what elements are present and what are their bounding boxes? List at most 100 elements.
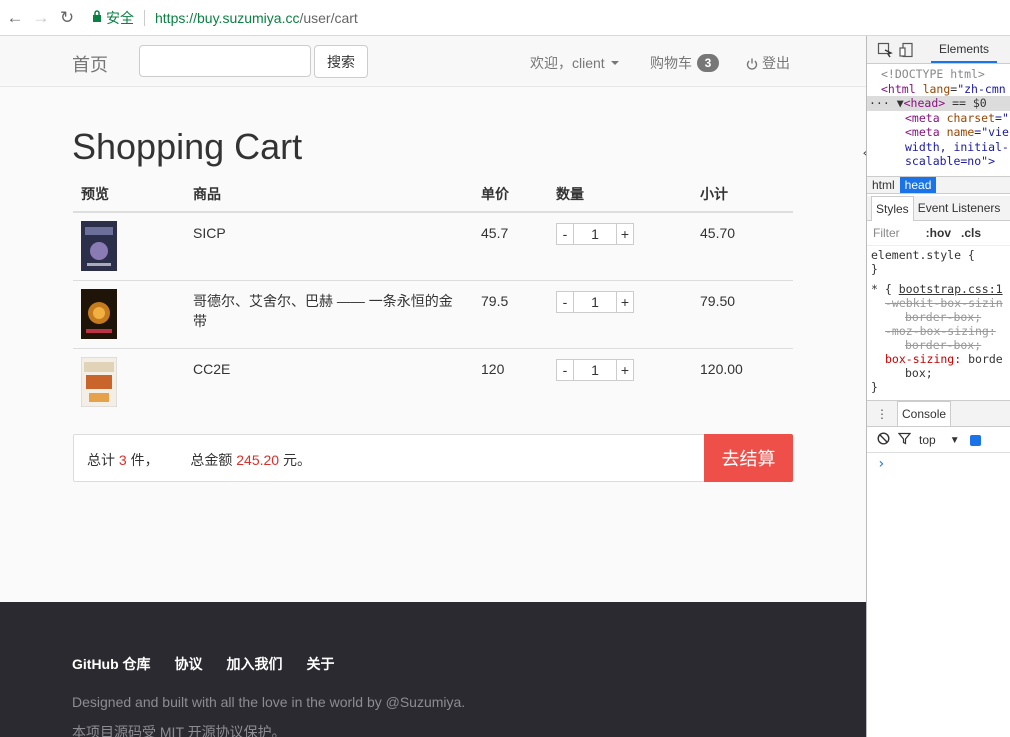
table-row: SICP 45.7 - 1 + 45.70 xyxy=(73,212,793,281)
dropdown-arrow-icon[interactable]: ▼ xyxy=(950,435,960,446)
quantity-cell: - 1 + xyxy=(548,348,692,416)
filter-icon[interactable] xyxy=(897,432,912,448)
footer-link-github[interactable]: GitHub 仓库 xyxy=(72,654,151,674)
page-viewport: 首页 搜索 欢迎，client 购物车 3 登出 Shopping Cart 预… xyxy=(0,36,866,737)
devtools-toolbar: Elements xyxy=(867,36,1010,64)
tab-elements[interactable]: Elements xyxy=(931,36,998,63)
rule-value: box; xyxy=(905,366,933,380)
decrease-button[interactable]: - xyxy=(556,359,574,381)
product-name[interactable]: CC2E xyxy=(185,348,473,416)
breadcrumb-head[interactable]: head xyxy=(899,177,937,193)
decrease-button[interactable]: - xyxy=(556,291,574,313)
hov-toggle[interactable]: :hov xyxy=(926,226,951,240)
dom-html-tag[interactable]: <html xyxy=(881,82,916,96)
forward-icon[interactable]: → xyxy=(30,7,52,29)
quantity-input[interactable]: 1 xyxy=(574,359,616,381)
book-cover-image[interactable] xyxy=(81,221,117,271)
column-header: 数量 xyxy=(548,177,692,213)
console-toolbar: top ▼ xyxy=(867,428,1010,453)
unit-price: 79.5 xyxy=(473,280,548,349)
clear-console-icon[interactable] xyxy=(877,432,890,448)
rule-value: borde xyxy=(961,352,1003,366)
amount-suffix: 元。 xyxy=(282,452,311,468)
browser-toolbar: ← → ↻ 安全 https://buy.suzumiya.cc/user/ca… xyxy=(0,0,1010,36)
checkout-button[interactable]: 去结算 xyxy=(704,434,793,482)
product-name[interactable]: 哥德尔、艾舍尔、巴赫 —— 一条永恒的金带 xyxy=(185,280,473,349)
search-input[interactable] xyxy=(139,45,311,77)
footer-credit: Designed and built with all the love in … xyxy=(72,694,466,710)
rule-source-link[interactable]: bootstrap.css:1 xyxy=(899,282,1003,296)
quantity-input[interactable]: 1 xyxy=(574,291,616,313)
decrease-button[interactable]: - xyxy=(556,223,574,245)
subtotal: 79.50 xyxy=(692,280,793,349)
rule-value: border-box; xyxy=(905,310,982,324)
dom-doctype[interactable]: <!DOCTYPE html> xyxy=(881,67,985,81)
book-cover-image[interactable] xyxy=(81,357,117,407)
table-row: 哥德尔、艾舍尔、巴赫 —— 一条永恒的金带 79.5 - 1 + 79.50 xyxy=(73,280,793,349)
increase-button[interactable]: + xyxy=(616,291,634,313)
devtools-panel: Elements <!DOCTYPE html> <html lang="zh-… xyxy=(866,36,1010,737)
breadcrumb-html[interactable]: html xyxy=(867,178,900,192)
table-header-row: 预览 商品 单价 数量 小计 xyxy=(73,177,793,213)
styles-tabbar: Styles Event Listeners xyxy=(867,195,1010,221)
checkbox-icon[interactable] xyxy=(969,434,981,446)
tab-event-listeners[interactable]: Event Listeners xyxy=(914,196,1005,220)
total-amount: 245.20 xyxy=(236,452,280,468)
quantity-cell: - 1 + xyxy=(548,212,692,281)
footer-link-join[interactable]: 加入我们 xyxy=(227,654,283,674)
quantity-stepper: - 1 + xyxy=(556,223,684,245)
product-name[interactable]: SICP xyxy=(185,212,473,281)
column-header: 小计 xyxy=(692,177,793,213)
secure-label: 安全 xyxy=(106,9,134,26)
rule-property[interactable]: -moz-box-sizing: xyxy=(871,324,1003,338)
dom-attr: lang xyxy=(922,81,951,96)
tab-console[interactable]: Console xyxy=(897,401,952,426)
more-vertical-icon[interactable]: ⋮ xyxy=(875,407,889,421)
dom-meta-tag[interactable]: <meta xyxy=(905,125,940,139)
address-bar[interactable]: https://buy.suzumiya.cc/user/cart xyxy=(155,10,358,26)
footer-link-about[interactable]: 关于 xyxy=(307,654,335,674)
preview-cell xyxy=(73,212,185,281)
total-prefix: 总计 xyxy=(87,452,115,468)
styles-filter-row: Filter :hov .cls xyxy=(867,221,1010,246)
cart-link[interactable]: 购物车 3 xyxy=(650,53,719,73)
logout-link[interactable]: 登出 xyxy=(746,53,790,73)
filter-input[interactable]: Filter xyxy=(873,226,900,240)
footer-link-agreement[interactable]: 协议 xyxy=(175,654,203,674)
quantity-stepper: - 1 + xyxy=(556,359,684,381)
dom-attr-value: =" xyxy=(995,110,1009,125)
dom-attr-value: ="vie xyxy=(974,125,1009,139)
increase-button[interactable]: + xyxy=(616,223,634,245)
inspect-icon[interactable] xyxy=(877,42,893,58)
style-rules: element.style { } * { bootstrap.css:1 -w… xyxy=(871,248,1003,394)
breadcrumb: html head xyxy=(867,176,1010,194)
increase-button[interactable]: + xyxy=(616,359,634,381)
power-icon xyxy=(746,57,758,70)
console-prompt[interactable]: › xyxy=(877,456,885,472)
context-select[interactable]: top xyxy=(919,433,936,447)
preview-cell xyxy=(73,280,185,349)
dom-meta-tag[interactable]: <meta xyxy=(905,111,940,125)
device-toggle-icon[interactable] xyxy=(899,42,915,58)
footer-license: 本项目源码受 MIT 开源协议保护。 xyxy=(72,724,286,737)
dom-head-tag: <head> xyxy=(903,96,946,110)
reload-icon[interactable]: ↻ xyxy=(56,7,78,29)
dom-attr: charset xyxy=(946,110,996,125)
rule-property[interactable]: -webkit-box-sizin xyxy=(871,296,1003,310)
dom-selected-line[interactable]: ··· ▼<head> == $0 xyxy=(867,96,1010,111)
home-link[interactable]: 首页 xyxy=(72,51,108,77)
quantity-stepper: - 1 + xyxy=(556,291,684,313)
rule-property[interactable]: box-sizing: xyxy=(885,352,961,366)
search-button[interactable]: 搜索 xyxy=(314,45,368,78)
book-cover-image[interactable] xyxy=(81,289,117,339)
unit-price: 45.7 xyxy=(481,225,509,241)
cls-toggle[interactable]: .cls xyxy=(961,226,981,240)
quantity-input[interactable]: 1 xyxy=(574,223,616,245)
back-icon[interactable]: ← xyxy=(4,7,26,29)
cart-summary: 总计 3 件， 总金额 245.20 元。 去结算 xyxy=(73,434,793,482)
quantity-cell: - 1 + xyxy=(548,280,692,349)
cart-table: 预览 商品 单价 数量 小计 SICP 45.7 - 1 + 45.70 哥德尔… xyxy=(73,177,793,416)
tab-styles[interactable]: Styles xyxy=(871,195,914,221)
amount-prefix: 总金额 xyxy=(190,452,233,468)
user-menu[interactable]: 欢迎，client xyxy=(530,53,619,73)
